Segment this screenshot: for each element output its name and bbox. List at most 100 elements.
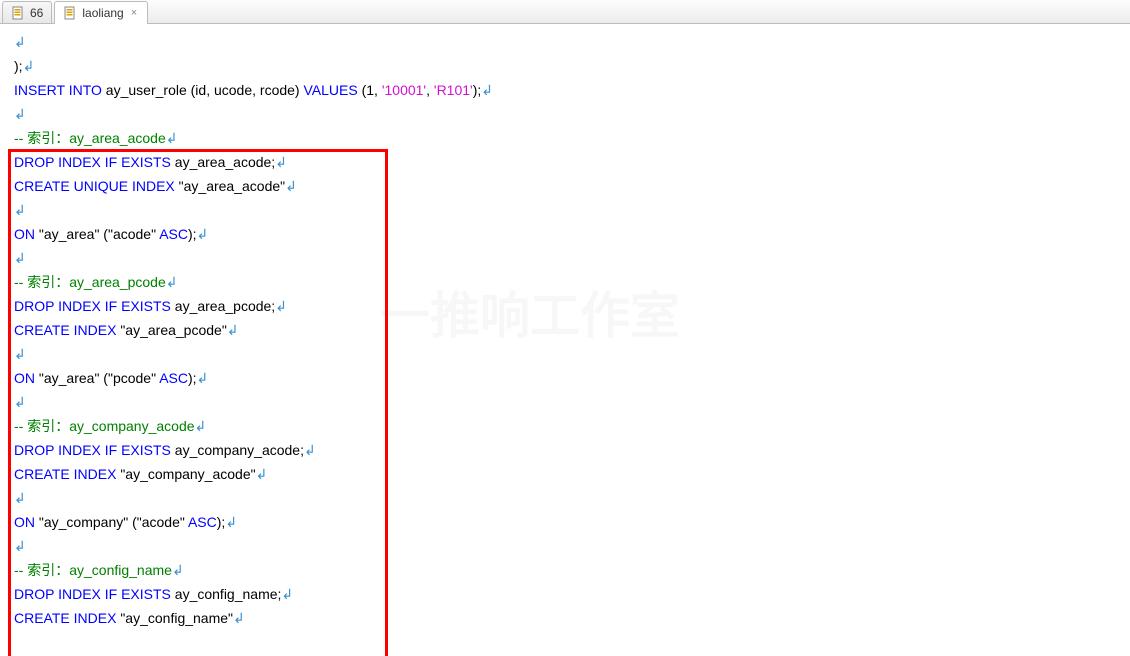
token: '10001' <box>382 82 426 98</box>
tab-66[interactable]: 66 <box>2 1 52 23</box>
token: ON <box>14 370 35 386</box>
token: ); <box>473 82 482 98</box>
code-line[interactable]: ↲ <box>14 390 1120 414</box>
code-line[interactable]: INSERT INTO ay_user_role (id, ucode, rco… <box>14 78 1120 102</box>
token: 'R101' <box>434 82 473 98</box>
newline-marker: ↲ <box>197 226 209 242</box>
newline-marker: ↲ <box>166 274 178 290</box>
newline-marker: ↲ <box>256 466 268 482</box>
newline-marker: ↲ <box>14 34 26 50</box>
newline-marker: ↲ <box>14 250 26 266</box>
token: -- 索引：ay_area_acode <box>14 130 166 146</box>
newline-marker: ↲ <box>14 106 26 122</box>
code-line[interactable]: ON "ay_area" ("pcode" ASC);↲ <box>14 366 1120 390</box>
code-line[interactable]: DROP INDEX IF EXISTS ay_area_pcode;↲ <box>14 294 1120 318</box>
code-line[interactable]: DROP INDEX IF EXISTS ay_area_acode;↲ <box>14 150 1120 174</box>
token: INSERT INTO <box>14 82 102 98</box>
tab-bar: 66 laoliang × <box>0 0 1130 24</box>
token: ON <box>14 226 35 242</box>
token: "ay_area_pcode" <box>116 322 226 338</box>
token: CREATE INDEX <box>14 322 116 338</box>
newline-marker: ↲ <box>233 610 245 626</box>
newline-marker: ↲ <box>285 178 297 194</box>
newline-marker: ↲ <box>195 418 207 434</box>
token: CREATE UNIQUE INDEX <box>14 178 175 194</box>
token: DROP INDEX IF EXISTS <box>14 154 171 170</box>
token: -- 索引：ay_config_name <box>14 562 172 578</box>
token: DROP INDEX IF EXISTS <box>14 298 171 314</box>
newline-marker: ↲ <box>225 514 237 530</box>
code-line[interactable]: CREATE INDEX "ay_area_pcode"↲ <box>14 318 1120 342</box>
code-line[interactable]: CREATE INDEX "ay_config_name"↲ <box>14 606 1120 630</box>
code-line[interactable]: ↲ <box>14 534 1120 558</box>
token: ON <box>14 514 35 530</box>
code-line[interactable]: CREATE INDEX "ay_company_acode"↲ <box>14 462 1120 486</box>
code-line[interactable]: -- 索引：ay_area_pcode↲ <box>14 270 1120 294</box>
newline-marker: ↲ <box>14 346 26 362</box>
token: ); <box>188 370 197 386</box>
close-icon[interactable]: × <box>129 7 139 19</box>
token: ay_company_acode; <box>171 442 304 458</box>
code-line[interactable]: ↲ <box>14 198 1120 222</box>
token: (1, <box>358 82 382 98</box>
token: -- 索引：ay_company_acode <box>14 418 195 434</box>
newline-marker: ↲ <box>172 562 184 578</box>
sql-editor[interactable]: 一推响工作室 ↲);↲INSERT INTO ay_user_role (id,… <box>0 24 1130 656</box>
token: DROP INDEX IF EXISTS <box>14 586 171 602</box>
newline-marker: ↲ <box>304 442 316 458</box>
newline-marker: ↲ <box>14 202 26 218</box>
token: CREATE INDEX <box>14 466 116 482</box>
newline-marker: ↲ <box>275 154 287 170</box>
newline-marker: ↲ <box>14 490 26 506</box>
newline-marker: ↲ <box>275 298 287 314</box>
code-line[interactable]: ↲ <box>14 30 1120 54</box>
token: ASC <box>159 370 188 386</box>
token: ay_user_role (id, ucode, rcode) <box>102 82 304 98</box>
newline-marker: ↲ <box>166 130 178 146</box>
token: ); <box>14 58 23 74</box>
newline-marker: ↲ <box>481 82 493 98</box>
code-area[interactable]: ↲);↲INSERT INTO ay_user_role (id, ucode,… <box>14 30 1120 630</box>
token: "ay_company" ("acode" <box>35 514 188 530</box>
code-line[interactable]: ON "ay_company" ("acode" ASC);↲ <box>14 510 1120 534</box>
newline-marker: ↲ <box>281 586 293 602</box>
code-line[interactable]: -- 索引：ay_area_acode↲ <box>14 126 1120 150</box>
code-line[interactable]: ↲ <box>14 102 1120 126</box>
token: CREATE INDEX <box>14 610 116 626</box>
tab-label: 66 <box>30 6 43 20</box>
token: ay_area_pcode; <box>171 298 275 314</box>
code-line[interactable]: CREATE UNIQUE INDEX "ay_area_acode"↲ <box>14 174 1120 198</box>
code-line[interactable]: -- 索引：ay_company_acode↲ <box>14 414 1120 438</box>
token: "ay_company_acode" <box>116 466 255 482</box>
code-line[interactable]: );↲ <box>14 54 1120 78</box>
token: "ay_area" ("pcode" <box>35 370 159 386</box>
code-line[interactable]: ↲ <box>14 486 1120 510</box>
code-line[interactable]: DROP INDEX IF EXISTS ay_company_acode;↲ <box>14 438 1120 462</box>
newline-marker: ↲ <box>227 322 239 338</box>
code-line[interactable]: -- 索引：ay_config_name↲ <box>14 558 1120 582</box>
token: ); <box>188 226 197 242</box>
tab-label: laoliang <box>82 6 123 20</box>
token: "ay_area" ("acode" <box>35 226 159 242</box>
token: VALUES <box>303 82 357 98</box>
code-line[interactable]: ↲ <box>14 342 1120 366</box>
token: ASC <box>188 514 217 530</box>
newline-marker: ↲ <box>14 394 26 410</box>
token: , <box>426 82 434 98</box>
newline-marker: ↲ <box>23 58 35 74</box>
token: "ay_config_name" <box>116 610 233 626</box>
newline-marker: ↲ <box>197 370 209 386</box>
token: ay_config_name; <box>171 586 282 602</box>
tab-laoliang[interactable]: laoliang × <box>54 1 148 24</box>
sql-file-icon <box>63 6 77 20</box>
token: ASC <box>159 226 188 242</box>
code-line[interactable]: ON "ay_area" ("acode" ASC);↲ <box>14 222 1120 246</box>
token: ay_area_acode; <box>171 154 275 170</box>
token: DROP INDEX IF EXISTS <box>14 442 171 458</box>
code-line[interactable]: ↲ <box>14 246 1120 270</box>
token: "ay_area_acode" <box>175 178 285 194</box>
token: -- 索引：ay_area_pcode <box>14 274 166 290</box>
sql-file-icon <box>11 6 25 20</box>
code-line[interactable]: DROP INDEX IF EXISTS ay_config_name;↲ <box>14 582 1120 606</box>
newline-marker: ↲ <box>14 538 26 554</box>
